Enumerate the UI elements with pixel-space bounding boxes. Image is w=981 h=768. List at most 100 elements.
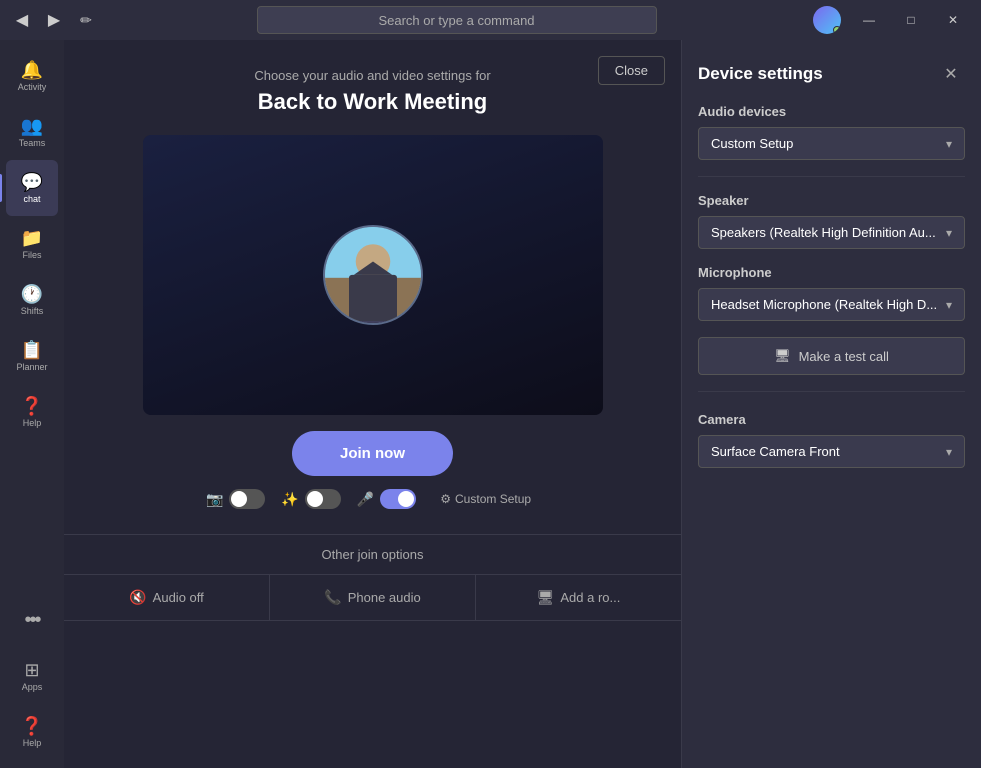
- divider-1: [698, 176, 965, 177]
- help-icon: ❓: [21, 397, 43, 415]
- video-control-group: 📷: [206, 489, 265, 509]
- window-controls: — □ ✕: [849, 6, 973, 34]
- custom-setup-icon: ⚙: [440, 492, 451, 506]
- maximize-button[interactable]: □: [891, 6, 931, 34]
- sidebar-item-more[interactable]: •••: [6, 592, 58, 648]
- back-button[interactable]: ◀: [8, 6, 36, 34]
- test-call-button[interactable]: 🖥 Make a test call: [698, 337, 965, 375]
- custom-setup-button[interactable]: ⚙ Custom Setup: [432, 488, 539, 510]
- minimize-button[interactable]: —: [849, 6, 889, 34]
- sidebar-item-activity[interactable]: 🔔 Activity: [6, 48, 58, 104]
- sidebar-item-apps[interactable]: ⊞ Apps: [6, 648, 58, 704]
- camera-section: Camera Surface Camera Front ▾: [698, 412, 965, 468]
- more-icon: •••: [24, 610, 39, 630]
- option-audio-off[interactable]: 🔇 Audio off: [64, 575, 270, 620]
- audio-devices-section: Audio devices Custom Setup ▾: [698, 104, 965, 160]
- avatar-image: [325, 227, 421, 323]
- mic-control-group: 🎤: [357, 489, 416, 509]
- meeting-header: Choose your audio and video settings for…: [254, 68, 490, 115]
- blur-icon: ✨: [281, 491, 298, 508]
- speaker-select[interactable]: Speakers (Realtek High Definition Au... …: [698, 216, 965, 249]
- sidebar-item-teams[interactable]: 👥 Teams: [6, 104, 58, 160]
- title-bar-right: — □ ✕: [813, 6, 973, 34]
- option-add-room[interactable]: 🖥 Add a ro...: [476, 575, 681, 620]
- custom-setup-label: Custom Setup: [455, 492, 531, 506]
- camera-chevron: ▾: [946, 445, 952, 459]
- add-room-icon: 🖥: [537, 589, 555, 606]
- sidebar-item-files[interactable]: 📁 Files: [6, 216, 58, 272]
- search-bar[interactable]: Search or type a command: [257, 6, 657, 34]
- option-phone-audio[interactable]: 📞 Phone audio: [270, 575, 476, 620]
- user-avatar[interactable]: [813, 6, 841, 34]
- test-call-icon: 🖥: [774, 348, 791, 364]
- device-settings-panel: Device settings ✕ Audio devices Custom S…: [681, 40, 981, 768]
- video-off-icon: 📷: [206, 491, 223, 508]
- forward-button[interactable]: ▶: [40, 6, 68, 34]
- sidebar-item-help-bottom[interactable]: ❓ Help: [6, 704, 58, 760]
- microphone-label: Microphone: [698, 265, 965, 280]
- sidebar-item-chat[interactable]: 💬 chat: [6, 160, 58, 216]
- edit-button[interactable]: ✏: [72, 6, 100, 34]
- planner-icon: 📋: [21, 341, 43, 359]
- sidebar-item-shifts[interactable]: 🕐 Shifts: [6, 272, 58, 328]
- phone-audio-icon: 📞: [324, 589, 341, 606]
- speaker-chevron: ▾: [946, 226, 952, 240]
- audio-off-icon: 🔇: [129, 589, 146, 606]
- mic-toggle[interactable]: [380, 489, 416, 509]
- content-area: Close Choose your audio and video settin…: [64, 40, 681, 768]
- meeting-join-panel: Close Choose your audio and video settin…: [64, 40, 681, 768]
- phone-audio-label: Phone audio: [348, 590, 421, 605]
- activity-icon: 🔔: [21, 61, 43, 79]
- audio-device-chevron: ▾: [946, 137, 952, 151]
- microphone-section: Microphone Headset Microphone (Realtek H…: [698, 265, 965, 321]
- nav-buttons: ◀ ▶ ✏: [8, 6, 100, 34]
- video-toggle[interactable]: [229, 489, 265, 509]
- blur-toggle-knob: [307, 491, 323, 507]
- microphone-chevron: ▾: [946, 298, 952, 312]
- audio-device-value: Custom Setup: [711, 136, 793, 151]
- microphone-value: Headset Microphone (Realtek High D...: [711, 297, 937, 312]
- presence-dot: [833, 26, 841, 34]
- sidebar-label-teams: Teams: [19, 138, 46, 148]
- panel-header: Device settings ✕: [698, 60, 965, 88]
- join-now-button[interactable]: Join now: [292, 431, 453, 476]
- blur-control-group: ✨: [281, 489, 340, 509]
- apps-icon: ⊞: [24, 661, 39, 679]
- microphone-select[interactable]: Headset Microphone (Realtek High D... ▾: [698, 288, 965, 321]
- panel-title: Device settings: [698, 64, 823, 84]
- camera-label: Camera: [698, 412, 965, 427]
- camera-select[interactable]: Surface Camera Front ▾: [698, 435, 965, 468]
- audio-device-select[interactable]: Custom Setup ▾: [698, 127, 965, 160]
- chat-icon: 💬: [21, 173, 43, 191]
- sidebar-label-apps: Apps: [22, 682, 43, 692]
- sidebar: 🔔 Activity 👥 Teams 💬 chat 📁 Files 🕐 Shif…: [0, 40, 64, 768]
- meeting-title: Back to Work Meeting: [254, 89, 490, 115]
- video-preview: [143, 135, 603, 415]
- speaker-value: Speakers (Realtek High Definition Au...: [711, 225, 936, 240]
- person-silhouette: [325, 225, 421, 323]
- divider-2: [698, 391, 965, 392]
- test-call-label: Make a test call: [799, 349, 889, 364]
- close-meeting-button[interactable]: Close: [598, 56, 665, 85]
- sidebar-label-chat: chat: [23, 194, 40, 204]
- files-icon: 📁: [21, 229, 43, 247]
- panel-close-button[interactable]: ✕: [937, 60, 965, 88]
- camera-value: Surface Camera Front: [711, 444, 840, 459]
- video-toggle-knob: [231, 491, 247, 507]
- other-options: Other join options 🔇 Audio off 📞 Phone a…: [64, 534, 681, 621]
- sidebar-label-files: Files: [22, 250, 41, 260]
- sidebar-label-activity: Activity: [18, 82, 47, 92]
- blur-toggle[interactable]: [305, 489, 341, 509]
- audio-devices-label: Audio devices: [698, 104, 965, 119]
- sidebar-item-planner[interactable]: 📋 Planner: [6, 328, 58, 384]
- window-close-button[interactable]: ✕: [933, 6, 973, 34]
- add-room-label: Add a ro...: [560, 590, 620, 605]
- other-options-row: 🔇 Audio off 📞 Phone audio 🖥 Add a ro...: [64, 574, 681, 621]
- speaker-label: Speaker: [698, 193, 965, 208]
- sidebar-item-help[interactable]: ❓ Help: [6, 384, 58, 440]
- mic-icon: 🎤: [357, 491, 374, 508]
- sidebar-label-help: Help: [23, 418, 42, 428]
- sidebar-label-shifts: Shifts: [21, 306, 44, 316]
- other-options-title: Other join options: [64, 547, 681, 562]
- controls-bar: 📷 ✨ 🎤 ⚙: [186, 488, 559, 510]
